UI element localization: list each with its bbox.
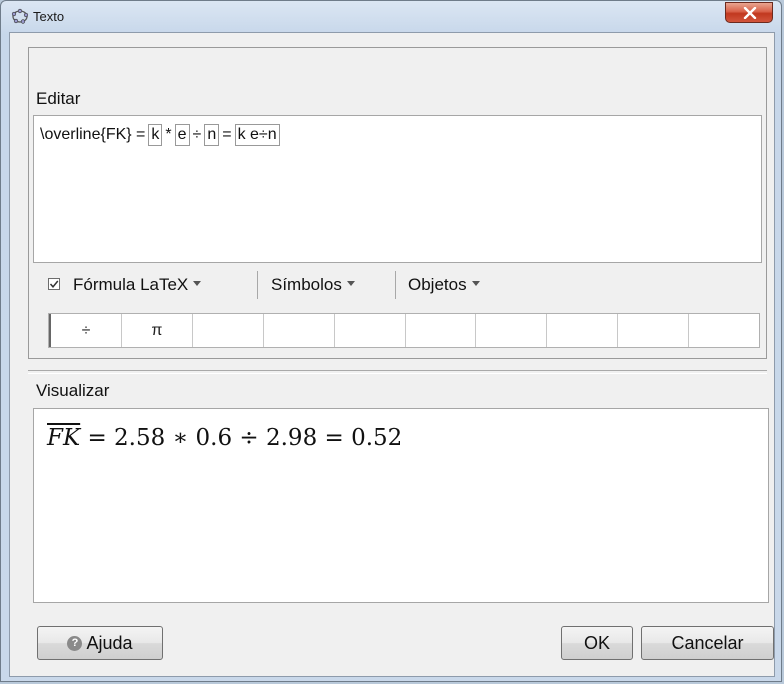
symbol-cell[interactable] xyxy=(547,314,619,347)
panel-splitter[interactable] xyxy=(28,370,767,374)
latex-checkbox[interactable] xyxy=(48,278,60,290)
help-icon: ? xyxy=(67,635,83,651)
latex-text: = xyxy=(222,126,232,143)
symbol-cell[interactable]: ÷ xyxy=(49,314,122,347)
cancel-button[interactable]: Cancelar xyxy=(641,626,774,660)
symbol-cell[interactable] xyxy=(406,314,477,347)
chevron-down-icon xyxy=(471,281,480,287)
variable-placeholder[interactable]: k xyxy=(148,124,163,146)
symbol-cell[interactable]: π xyxy=(122,314,193,347)
editor-content[interactable]: \overline{FK} = k * e ÷ n = k e÷n xyxy=(39,124,282,146)
symbol-cell[interactable] xyxy=(193,314,264,347)
variable-placeholder[interactable]: e xyxy=(174,124,190,146)
toolbar-divider xyxy=(395,271,396,299)
ok-button[interactable]: OK xyxy=(561,626,633,660)
latex-formula-label: Fórmula LaTeX xyxy=(73,275,189,294)
latex-editor[interactable]: \overline{FK} = k * e ÷ n = k e÷n xyxy=(33,115,762,263)
preview-section-label: Visualizar xyxy=(36,381,110,400)
symbols-dropdown[interactable]: Símbolos xyxy=(271,275,355,295)
formula-preview: FK = 2.58 ∗ 0.6 ÷ 2.98 = 0.52 xyxy=(47,425,402,451)
objects-label: Objetos xyxy=(408,275,467,294)
objects-dropdown[interactable]: Objetos xyxy=(408,275,480,295)
variable-placeholder[interactable]: k e÷n xyxy=(234,124,280,146)
geogebra-icon xyxy=(11,8,29,24)
variable-placeholder[interactable]: n xyxy=(204,124,220,146)
symbol-cell[interactable] xyxy=(264,314,335,347)
latex-text: \overline{FK} = xyxy=(40,126,146,143)
latex-formula-dropdown[interactable]: Fórmula LaTeX xyxy=(73,275,202,295)
title-bar[interactable]: Texto xyxy=(1,1,781,33)
overline-segment: FK xyxy=(47,425,81,451)
close-icon xyxy=(743,7,757,19)
formula-rest: = 2.58 ∗ 0.6 ÷ 2.98 = 0.52 xyxy=(80,425,403,451)
chevron-down-icon xyxy=(346,281,355,287)
latex-text: ÷ xyxy=(192,126,202,143)
symbols-label: Símbolos xyxy=(271,275,342,294)
edit-section-label: Editar xyxy=(36,89,81,108)
symbol-cell[interactable] xyxy=(618,314,690,347)
cancel-label: Cancelar xyxy=(671,632,744,653)
toolbar-divider xyxy=(257,271,258,299)
preview-panel: FK = 2.58 ∗ 0.6 ÷ 2.98 = 0.52 xyxy=(33,408,769,603)
symbol-table: ÷ π xyxy=(48,313,760,348)
help-button[interactable]: ? Ajuda xyxy=(37,626,163,660)
chevron-down-icon xyxy=(193,281,202,287)
checkmark-icon xyxy=(49,280,59,288)
help-label: Ajuda xyxy=(86,632,133,653)
close-button[interactable] xyxy=(725,2,773,23)
window-title: Texto xyxy=(33,9,65,24)
symbol-cell[interactable] xyxy=(689,314,759,347)
symbol-cell[interactable] xyxy=(335,314,406,347)
latex-text: * xyxy=(165,126,172,143)
symbol-cell[interactable] xyxy=(476,314,548,347)
editor-toolbar: Fórmula LaTeX Símbolos Objetos xyxy=(33,268,762,302)
ok-label: OK xyxy=(583,632,610,653)
